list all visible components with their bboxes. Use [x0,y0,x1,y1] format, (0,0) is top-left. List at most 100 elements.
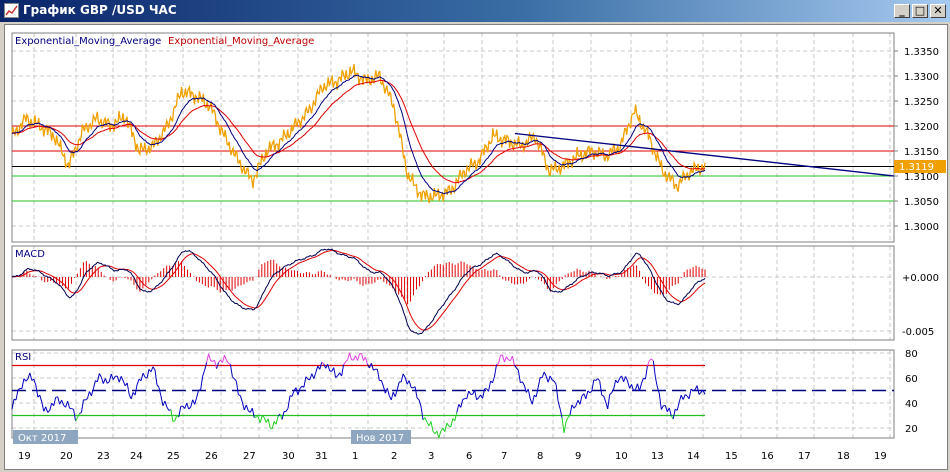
rsi-line-segment [136,378,140,385]
rsi-line-segment [545,375,549,383]
rsi-line-segment [573,405,577,409]
rsi-line-segment [631,384,634,391]
rsi-line-segment [158,387,162,396]
rsi-line-segment [49,403,53,411]
rsi-line-segment [543,371,547,377]
rsi-line-segment [263,417,267,423]
rsi-line-segment [496,363,499,366]
date-tick-label: 19 [18,451,31,462]
date-tick-label: 17 [798,451,811,462]
rsi-line-segment [521,381,525,386]
rsi-line-segment [341,364,345,377]
rsi-line-segment [291,390,295,397]
rsi-line-segment [370,363,374,371]
date-tick-label: 23 [97,451,110,462]
rsi-line-segment [202,370,206,377]
rsi-line-segment [517,370,521,383]
rsi-line-segment [15,390,19,401]
rsi-line-segment [444,422,448,432]
date-tick-label: 24 [130,451,143,462]
rsi-line-segment [33,378,37,386]
date-tick-label: 1 [352,451,358,462]
rsi-line-segment [462,398,465,400]
rsi-line-segment [79,411,82,415]
legend-ema-fast: Exponential_Moving_Average [15,36,161,47]
rsi-line-segment [571,404,575,409]
macd-panel [11,245,895,341]
rsi-axis-label: 60 [905,374,918,385]
rsi-line-segment [488,380,492,392]
rsi-line-segment [515,367,519,371]
rsi-line-segment [380,380,384,387]
rsi-line-segment [607,394,611,410]
rsi-line-segment [416,397,420,401]
rsi-line-segment [654,377,658,388]
price-axis-label: 1.3300 [904,72,939,83]
rsi-line-segment [603,396,607,403]
rsi-line-segment [353,355,356,361]
date-tick-label: 14 [687,451,700,462]
rsi-line-segment [450,418,454,428]
rsi-line-segment [557,401,561,409]
rsi-line-segment [154,369,158,385]
rsi-line-segment [436,431,440,439]
rsi-line-segment [414,386,418,399]
rsi-line-segment [688,388,692,399]
rsi-line-segment [627,380,631,389]
rsi-line-segment [160,395,164,406]
month-label-nov: Нов 2017 [356,433,404,444]
rsi-line-segment [357,353,360,361]
rsi-line-segment [360,353,364,361]
rsi-line-segment [126,382,130,395]
rsi-line-segment [285,408,289,412]
rsi-line-segment [503,356,507,363]
rsi-line-segment [476,397,479,401]
price-axis-label: 1.3200 [904,122,939,133]
rsi-line-segment [106,381,110,384]
rsi-line-segment [299,385,303,389]
rsi-line-segment [492,376,495,383]
rsi-line-segment [204,362,208,371]
rsi-line-segment [130,392,134,400]
rsi-line-segment [21,378,25,389]
rsi-label: RSI [15,352,31,363]
rsi-line-segment [559,408,563,418]
rsi-line-segment [386,388,390,396]
date-tick-label: 27 [243,451,256,462]
rsi-line-segment [45,406,49,413]
rsi-line-segment [303,376,307,388]
rsi-line-segment [644,365,648,380]
rsi-line-segment [335,375,338,378]
date-tick-label: 13 [651,451,664,462]
rsi-line-segment [214,360,218,369]
rsi-line-segment [690,388,694,391]
rsi-line-segment [162,400,166,407]
rsi-line-segment [243,404,247,411]
rsi-line-segment [446,422,450,427]
macd-line [11,248,706,335]
rsi-axis-label: 20 [905,424,918,435]
rsi-line-segment [617,378,621,384]
rsi-line-segment [92,380,96,389]
rsi-line-segment [551,379,555,382]
date-tick-label: 30 [282,451,295,462]
rsi-axis-label: 40 [905,399,918,410]
rsi-line-segment [188,406,192,410]
rsi-line-segment [649,358,652,362]
chart-canvas[interactable]: Exponential_Moving_Average Exponential_M… [0,0,950,472]
price-panel [11,32,895,243]
rsi-line-segment [150,366,154,373]
date-tick-label: 10 [615,451,628,462]
rsi-line-segment [537,377,541,388]
rsi-line-segment [390,392,394,400]
rsi-line-segment [245,404,249,411]
rsi-line-segment [206,353,210,363]
date-tick-label: 15 [725,451,738,462]
date-tick-label: 19 [874,451,887,462]
price-axis-label: 1.3150 [904,147,939,158]
rsi-line-segment [347,352,351,360]
rsi-line-segment [75,417,78,422]
rsi-line-segment [553,380,557,385]
rsi-line-segment [102,378,106,384]
rsi-line-segment [668,407,672,417]
